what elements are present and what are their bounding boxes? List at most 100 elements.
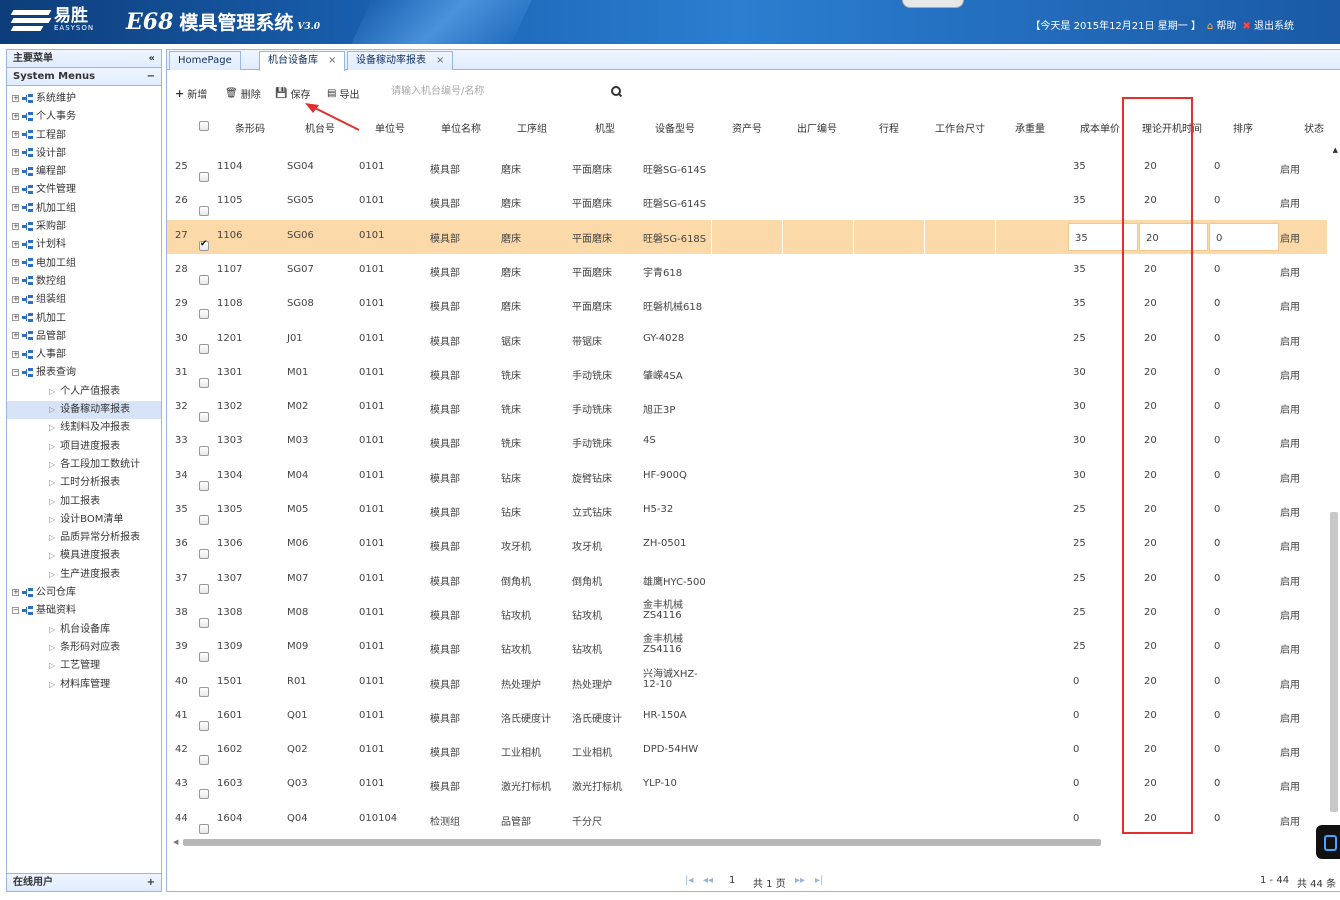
next-page-icon[interactable]: ▸▸ <box>795 875 805 886</box>
floating-widget-icon[interactable] <box>1316 825 1340 859</box>
column-header[interactable]: 条形码 <box>235 120 265 135</box>
plus-icon[interactable]: + <box>147 874 155 892</box>
tree-leaf[interactable]: ▷ 设计BOM清单 <box>7 511 161 529</box>
export-button[interactable]: ▤ 导出 <box>327 86 359 101</box>
column-header[interactable]: 机型 <box>595 120 615 135</box>
tree-node[interactable]: + 品管部 <box>7 328 161 346</box>
vertical-scrollbar[interactable]: ▲ <box>1328 146 1340 836</box>
horizontal-scrollbar[interactable]: ◀ <box>173 838 1273 848</box>
tree-leaf[interactable]: ▷ 加工报表 <box>7 493 161 511</box>
tree-leaf[interactable]: ▷ 项目进度报表 <box>7 438 161 456</box>
column-header[interactable]: 资产号 <box>732 120 762 135</box>
tree-node[interactable]: + 采购部 <box>7 218 161 236</box>
column-header[interactable]: 状态 <box>1304 120 1324 135</box>
help-link[interactable]: ⌂ 帮助 <box>1207 17 1237 32</box>
tree-node[interactable]: + 系统维护 <box>7 90 161 108</box>
tree-node[interactable]: + 人事部 <box>7 346 161 364</box>
minus-icon[interactable]: − <box>147 68 155 86</box>
save-button[interactable]: 💾 保存 <box>275 86 310 101</box>
tree-node[interactable]: + 数控组 <box>7 273 161 291</box>
tree-node[interactable]: + 工程部 <box>7 127 161 145</box>
column-header[interactable]: 成本单价 <box>1080 120 1120 135</box>
column-header[interactable]: 承重量 <box>1015 120 1045 135</box>
tree-leaf[interactable]: ▷ 线割料及冲报表 <box>7 419 161 437</box>
last-page-icon[interactable]: ▸| <box>815 875 823 886</box>
browser-top-handle[interactable] <box>902 0 964 8</box>
tab-utilization-report[interactable]: 设备稼动率报表 × <box>347 51 454 70</box>
collapse-icon[interactable]: − <box>12 368 19 376</box>
tree-node[interactable]: + 机加工 <box>7 310 161 328</box>
scrollbar-thumb[interactable] <box>183 839 1101 846</box>
order-editor[interactable]: 0 <box>1209 222 1279 251</box>
prev-page-icon[interactable]: ◂◂ <box>703 875 713 886</box>
column-header[interactable]: 工序组 <box>517 120 547 135</box>
column-header[interactable]: 排序 <box>1233 120 1253 135</box>
tree-leaf[interactable]: ▷ 工时分析报表 <box>7 474 161 492</box>
tree-leaf[interactable]: ▷ 材料库管理 <box>7 676 161 694</box>
expand-icon[interactable]: + <box>12 259 19 267</box>
online-users-header[interactable]: 在线用户 + <box>7 873 161 891</box>
column-header[interactable]: 机台号 <box>305 120 335 135</box>
expand-icon[interactable]: + <box>12 204 19 212</box>
search-input[interactable]: 请输入机台编号/名称 <box>391 84 621 100</box>
tree-node[interactable]: − 报表查询 <box>7 364 161 382</box>
system-menus-header[interactable]: System Menus − <box>7 68 161 86</box>
tab-homepage[interactable]: HomePage <box>169 51 241 70</box>
expand-icon[interactable]: + <box>12 314 19 322</box>
column-header[interactable]: 出厂编号 <box>797 120 837 135</box>
column-header[interactable]: 单位号 <box>375 120 405 135</box>
tree-node[interactable]: + 设计部 <box>7 145 161 163</box>
expand-icon[interactable]: + <box>12 112 19 120</box>
scroll-left-icon[interactable]: ◀ <box>173 838 178 846</box>
page-number[interactable]: 1 <box>729 875 735 886</box>
expand-icon[interactable]: + <box>12 167 19 175</box>
expand-icon[interactable]: + <box>12 588 19 596</box>
expand-icon[interactable]: + <box>12 149 19 157</box>
tree-node[interactable]: − 基础资料 <box>7 602 161 620</box>
tab-machine-library[interactable]: 机台设备库 × <box>259 51 346 71</box>
close-icon[interactable]: × <box>328 55 336 66</box>
tree-leaf[interactable]: ▷ 个人产值报表 <box>7 383 161 401</box>
column-header[interactable]: 单位名称 <box>441 120 481 135</box>
tree-node[interactable]: + 编程部 <box>7 163 161 181</box>
expand-icon[interactable]: + <box>12 222 19 230</box>
tree-leaf[interactable]: ▷ 设备稼动率报表 <box>7 401 161 420</box>
collapse-icon[interactable]: « <box>149 50 155 68</box>
delete-button[interactable]: 🗑 删除 <box>225 86 261 101</box>
expand-icon[interactable]: + <box>12 295 19 303</box>
column-header[interactable]: 设备型号 <box>655 120 695 135</box>
expand-icon[interactable]: + <box>12 277 19 285</box>
add-button[interactable]: + 新增 <box>175 86 207 101</box>
tree-node[interactable]: + 个人事务 <box>7 108 161 126</box>
logout-link[interactable]: ✖ 退出系统 <box>1242 17 1294 32</box>
first-page-icon[interactable]: |◂ <box>685 875 693 886</box>
scroll-up-icon[interactable]: ▲ <box>1333 146 1338 154</box>
tree-leaf[interactable]: ▷ 模具进度报表 <box>7 547 161 565</box>
tree-node[interactable]: + 组装组 <box>7 291 161 309</box>
column-header[interactable]: 行程 <box>879 120 899 135</box>
tree-node[interactable]: + 机加工组 <box>7 200 161 218</box>
collapse-icon[interactable]: − <box>12 606 19 614</box>
expand-icon[interactable]: + <box>12 94 19 102</box>
expand-icon[interactable]: + <box>12 332 19 340</box>
tree-leaf[interactable]: ▷ 各工段加工数统计 <box>7 456 161 474</box>
cell-cost: 0 <box>1073 812 1080 824</box>
close-icon[interactable]: × <box>436 55 444 66</box>
expand-icon[interactable]: + <box>12 131 19 139</box>
column-header[interactable]: 工作台尺寸 <box>935 120 985 135</box>
tree-node[interactable]: + 电加工组 <box>7 255 161 273</box>
expand-icon[interactable]: + <box>12 350 19 358</box>
tree-leaf[interactable]: ▷ 工艺管理 <box>7 657 161 675</box>
scrollbar-thumb[interactable] <box>1330 512 1338 812</box>
expand-icon[interactable]: + <box>12 240 19 248</box>
cell-order: 0 <box>1214 332 1221 344</box>
tree-leaf[interactable]: ▷ 品质异常分析报表 <box>7 529 161 547</box>
expand-icon[interactable]: + <box>12 185 19 193</box>
search-icon[interactable] <box>611 86 621 96</box>
tree-leaf[interactable]: ▷ 生产进度报表 <box>7 566 161 584</box>
tree-leaf[interactable]: ▷ 条形码对应表 <box>7 639 161 657</box>
tree-node[interactable]: + 计划科 <box>7 236 161 254</box>
tree-node[interactable]: + 公司仓库 <box>7 584 161 602</box>
tree-node[interactable]: + 文件管理 <box>7 181 161 199</box>
tree-leaf[interactable]: ▷ 机台设备库 <box>7 621 161 639</box>
